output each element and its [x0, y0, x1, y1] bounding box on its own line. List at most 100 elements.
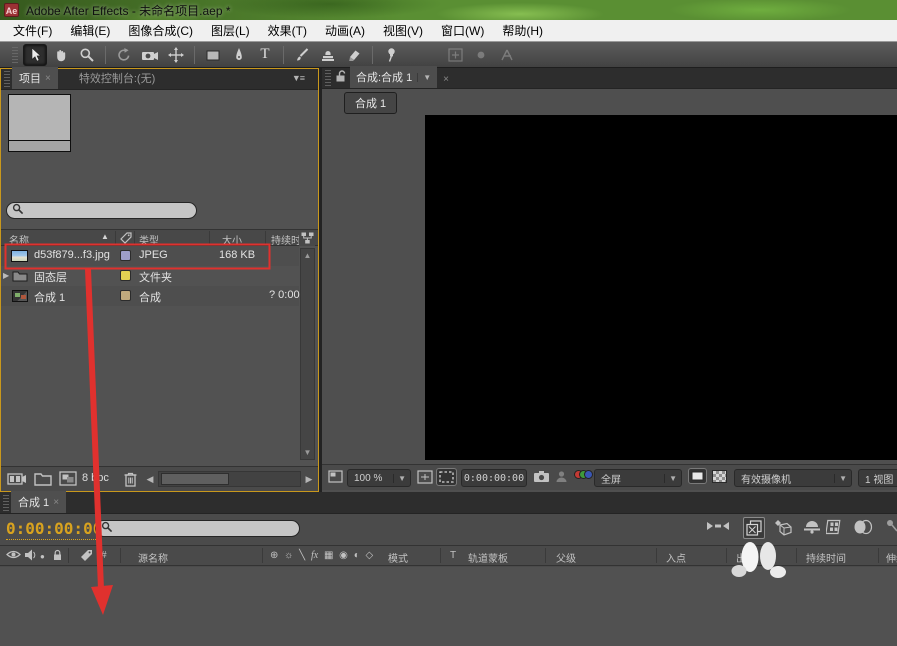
menu-composition[interactable]: 图像合成(C) [119, 20, 202, 41]
menu-edit[interactable]: 编辑(E) [61, 20, 119, 41]
composition-viewport[interactable] [425, 115, 897, 460]
timeline-search-input[interactable] [113, 523, 281, 535]
label-color-chip[interactable] [120, 270, 131, 281]
menu-window[interactable]: 窗口(W) [432, 20, 493, 41]
rgb-channels-icon[interactable] [574, 470, 593, 479]
safe-margins-icon[interactable] [417, 470, 433, 484]
shy-layers-icon[interactable] [803, 519, 821, 534]
region-of-interest-icon[interactable] [436, 468, 457, 486]
project-flowchart-icon[interactable] [299, 230, 315, 246]
hand-tool-button[interactable] [49, 44, 73, 66]
comp-subtab[interactable]: 合成 1 [344, 92, 397, 114]
transparency-grid-icon[interactable] [712, 470, 727, 483]
eraser-tool-button[interactable] [342, 44, 366, 66]
show-snapshot-icon[interactable] [555, 470, 568, 483]
table-row-footage[interactable]: d53f879...f3.jpg JPEG 168 KB [1, 246, 299, 266]
graph-editor-icon[interactable] [886, 519, 897, 533]
column-size[interactable]: 大小 [222, 232, 242, 247]
menu-help[interactable]: 帮助(H) [493, 20, 552, 41]
pen-tool-button[interactable] [227, 44, 251, 66]
scroll-up-icon[interactable]: ▲ [301, 251, 314, 260]
view-count-select[interactable]: 1 视图 ▼ [858, 469, 897, 487]
draft-3d-icon[interactable] [772, 519, 794, 536]
mini-flowchart-icon[interactable] [705, 519, 731, 533]
menu-animation[interactable]: 动画(A) [316, 20, 374, 41]
scroll-down-icon[interactable]: ▼ [301, 448, 314, 457]
tab-timeline-comp1[interactable]: 合成 1 × [11, 491, 66, 513]
brush-tool-button[interactable] [290, 44, 314, 66]
panel-grip[interactable] [325, 70, 331, 86]
resolution-select[interactable]: 全屏 ▼ [594, 469, 682, 487]
expand-icon[interactable]: ▶ [3, 271, 9, 280]
pan-behind-tool-button[interactable] [164, 44, 188, 66]
interpret-footage-icon[interactable] [7, 471, 27, 490]
project-vertical-scrollbar[interactable]: ▲ ▼ [300, 248, 315, 460]
scroll-right-icon[interactable]: ▶ [302, 470, 316, 488]
zoom-tool-button[interactable] [75, 44, 99, 66]
clone-stamp-tool-button[interactable] [316, 44, 340, 66]
label-color-chip[interactable] [120, 290, 131, 301]
panel-grip[interactable] [4, 71, 10, 87]
close-icon[interactable]: × [53, 497, 59, 508]
new-folder-icon[interactable] [34, 471, 52, 489]
bit-depth-label[interactable]: 8 bpc [82, 472, 109, 484]
puppet-pin-tool-button[interactable] [379, 44, 403, 66]
snapshot-camera-icon[interactable] [533, 470, 550, 483]
menu-layer[interactable]: 图层(L) [202, 20, 259, 41]
type-tool-button[interactable]: T [253, 44, 277, 66]
duration-column[interactable]: 持续时间 [806, 550, 846, 565]
table-row-solids-folder[interactable]: ▶ 固态层 文件夹 [1, 266, 299, 286]
close-icon[interactable]: × [443, 74, 449, 85]
target-region-icon[interactable] [688, 468, 707, 484]
camera-tool-button[interactable] [138, 44, 162, 66]
parent-column[interactable]: 父级 [556, 550, 576, 565]
scroll-left-icon[interactable]: ◀ [143, 470, 157, 488]
active-camera-select[interactable]: 有效摄像机 ▼ [734, 469, 852, 487]
trkmat-column[interactable]: 轨道蒙板 [468, 550, 508, 565]
menu-effect[interactable]: 效果(T) [259, 20, 316, 41]
current-timecode[interactable]: 0:00:00:00 [6, 519, 102, 540]
label-color-chip[interactable] [120, 250, 131, 261]
zoom-level-select[interactable]: 100 % ▼ [347, 469, 411, 487]
selection-tool-button[interactable] [23, 44, 47, 66]
mode-column[interactable]: 模式 [388, 550, 408, 565]
out-column[interactable]: 出点 [736, 550, 756, 565]
tab-comp-viewer[interactable]: 合成:合成 1 ▼ [350, 66, 437, 88]
layer-switches-icons[interactable]: ⊕ ☼ ╲ fx ▦ ◉ ◐ ◇ [270, 550, 376, 561]
table-row-composition[interactable]: 合成 1 合成 ? 0:00 [1, 286, 299, 306]
audio-speaker-icon[interactable] [24, 549, 36, 564]
panel-grip[interactable] [3, 495, 9, 511]
motion-blur-icon[interactable] [852, 519, 874, 535]
menu-view[interactable]: 视图(V) [374, 20, 432, 41]
menu-file[interactable]: 文件(F) [4, 20, 61, 41]
comp-timecode-button[interactable]: 0:00:00:00 [461, 469, 527, 487]
stretch-column[interactable]: 伸缩 [886, 550, 897, 565]
project-search-input[interactable] [24, 205, 180, 217]
column-type[interactable]: 类型 [139, 232, 159, 247]
column-name[interactable]: 名称 [9, 232, 29, 247]
frame-blend-icon[interactable] [826, 519, 845, 535]
panel-menu-icon[interactable]: ▼≡ [292, 73, 304, 83]
trkmat-t-column[interactable]: T [450, 550, 456, 561]
lock-column-icon[interactable] [52, 549, 63, 564]
view-layout-icon[interactable] [328, 470, 343, 483]
rotation-tool-button[interactable] [112, 44, 136, 66]
new-composition-icon[interactable] [59, 471, 77, 489]
layer-number-column[interactable]: # [101, 550, 107, 561]
source-name-column[interactable]: 源名称 [138, 550, 168, 565]
title-bar[interactable]: Ae Adobe After Effects - 未命名项目.aep * [0, 0, 897, 20]
project-horizontal-scrollbar[interactable] [158, 471, 301, 487]
sort-asc-icon[interactable]: ▲ [101, 232, 109, 241]
lock-icon[interactable] [335, 70, 346, 85]
label-column-icon[interactable] [80, 549, 93, 565]
rectangle-tool-button[interactable] [201, 44, 225, 66]
tab-effect-controls[interactable]: 特效控制台:(无) [72, 67, 162, 89]
chevron-down-icon[interactable]: ▼ [417, 73, 431, 82]
tab-project[interactable]: 项目 × [12, 67, 58, 89]
label-column-icon[interactable] [120, 232, 132, 247]
live-update-icon[interactable] [743, 517, 765, 539]
close-icon[interactable]: × [45, 73, 51, 84]
toolbar-grip[interactable] [12, 47, 18, 63]
video-eye-icon[interactable] [6, 549, 21, 563]
scrollbar-thumb[interactable] [161, 473, 229, 485]
